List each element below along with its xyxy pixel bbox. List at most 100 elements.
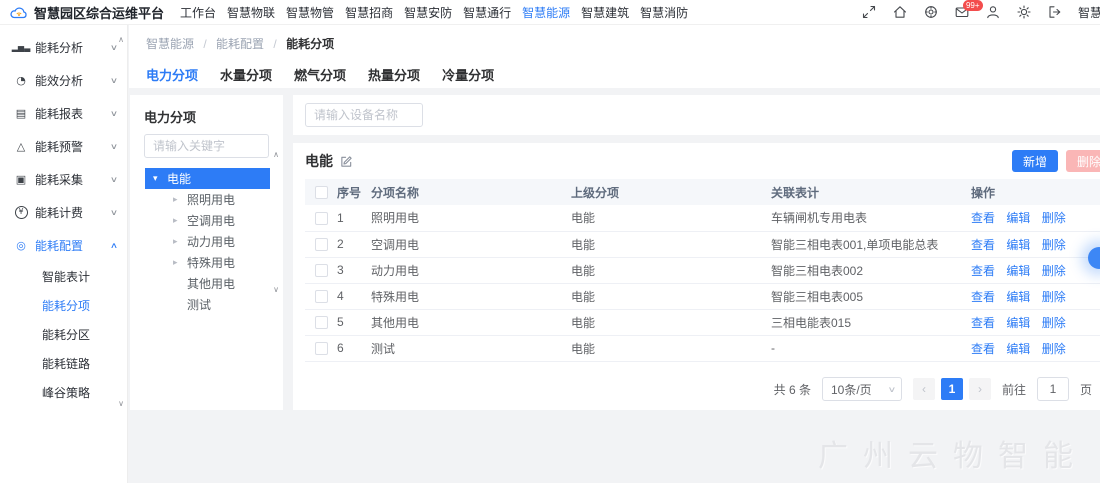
scrollbar-down-icon[interactable]: ∨ — [118, 399, 124, 408]
breadcrumb-item[interactable]: 智慧能源 — [146, 37, 194, 51]
sidebar-item[interactable]: 能耗预警 ∨ — [0, 130, 127, 163]
delete-link[interactable]: 删除 — [1042, 238, 1066, 252]
config-icon — [14, 239, 28, 252]
row-checkbox[interactable] — [315, 212, 328, 225]
theme-icon[interactable] — [1017, 5, 1031, 19]
topnav-item[interactable]: 智慧通行 — [463, 4, 511, 21]
topnav-item[interactable]: 智慧安防 — [404, 4, 452, 21]
view-link[interactable]: 查看 — [971, 290, 995, 304]
subentry-table: 序号 分项名称 上级分项 关联表计 操作 1 照明用电 电能 — [305, 179, 1100, 362]
category-tree: ▾ 电能 ▸ 照明用电 ▸ 空调用电 ▸ 动力用电 ▸ 特殊用电 — [145, 168, 270, 315]
topnav-item[interactable]: 智慧招商 — [345, 4, 393, 21]
delete-link[interactable]: 删除 — [1042, 264, 1066, 278]
view-link[interactable]: 查看 — [971, 211, 995, 225]
select-all-checkbox[interactable] — [315, 186, 328, 199]
view-link[interactable]: 查看 — [971, 238, 995, 252]
cloud-logo-icon — [10, 5, 28, 19]
sidebar-item[interactable]: 能耗报表 ∨ — [0, 97, 127, 130]
row-checkbox[interactable] — [315, 264, 328, 277]
sidebar-subitem[interactable]: 智能表计 — [0, 262, 127, 291]
tree-node[interactable]: ▸ 特殊用电 — [145, 252, 270, 273]
edit-link[interactable]: 编辑 — [1006, 316, 1030, 330]
scrollbar-up-icon[interactable]: ∧ — [118, 35, 124, 44]
tree-node[interactable]: ▸ 动力用电 — [145, 231, 270, 252]
delete-link[interactable]: 删除 — [1042, 211, 1066, 225]
row-checkbox[interactable] — [315, 290, 328, 303]
current-page[interactable]: 1 — [941, 378, 963, 400]
topnav-item[interactable]: 智慧建筑 — [581, 4, 629, 21]
sidebar-subitem[interactable]: 能耗链路 — [0, 349, 127, 378]
topnav-item[interactable]: 智慧能源 — [522, 4, 570, 21]
gear-icon[interactable] — [924, 5, 938, 19]
view-link[interactable]: 查看 — [971, 264, 995, 278]
topnav-item[interactable]: 智慧物管 — [286, 4, 334, 21]
breadcrumb-item[interactable]: 能耗配置 — [216, 37, 264, 51]
edit-link[interactable]: 编辑 — [1006, 264, 1030, 278]
cell-name: 其他用电 — [365, 309, 565, 335]
sidebar-subitem-label: 能耗分项 — [42, 297, 90, 314]
table-row: 1 照明用电 电能 车辆闸机专用电表 查看 编辑 删除 — [305, 205, 1100, 231]
tree-search-input[interactable] — [144, 134, 269, 158]
edit-icon[interactable] — [340, 155, 353, 168]
sidebar-subitem[interactable]: 能耗分区 — [0, 320, 127, 349]
fullscreen-icon[interactable] — [862, 5, 876, 19]
tree-node[interactable]: 其他用电 — [145, 273, 270, 294]
tree-panel: 电力分项 ▾ 电能 ▸ 照明用电 ▸ 空调用电 ▸ 动力用电 ▸ — [130, 95, 283, 410]
add-button[interactable]: 新增 — [1012, 150, 1058, 172]
row-checkbox[interactable] — [315, 238, 328, 251]
cell-name: 特殊用电 — [365, 283, 565, 309]
mail-icon[interactable]: 99+ — [955, 5, 969, 19]
view-link[interactable]: 查看 — [971, 316, 995, 330]
sidebar-subitem[interactable]: 峰谷策略 — [0, 378, 127, 407]
row-checkbox[interactable] — [315, 316, 328, 329]
edit-link[interactable]: 编辑 — [1006, 290, 1030, 304]
row-checkbox[interactable] — [315, 342, 328, 355]
page-size-select[interactable]: 10条/页 ∨ — [822, 377, 902, 401]
sidebar-item[interactable]: 能效分析 ∨ — [0, 64, 127, 97]
scrollbar-up-icon[interactable]: ∧ — [273, 150, 279, 159]
logout-icon[interactable] — [1048, 5, 1062, 19]
view-link[interactable]: 查看 — [971, 342, 995, 356]
chart-icon — [14, 43, 28, 52]
breadcrumb-tabs-card: 智慧能源 / 能耗配置 / 能耗分项 电力分项 水量分项 燃气分项 热量分项 冷… — [129, 25, 1100, 88]
topbar: 智慧园区综合运维平台 工作台 智慧物联 智慧物管 智慧招商 智慧安防 智慧通行 … — [0, 0, 1100, 25]
tab[interactable]: 燃气分项 — [294, 65, 346, 90]
sidebar-item[interactable]: 能耗分析 ∨ — [0, 31, 127, 64]
prev-page-button[interactable]: ‹ — [913, 378, 935, 400]
app-title: 智慧园区综合运维平台 — [34, 3, 164, 22]
delete-link[interactable]: 删除 — [1042, 316, 1066, 330]
sidebar-item[interactable]: 能耗采集 ∨ — [0, 163, 127, 196]
topnav-item[interactable]: 工作台 — [180, 4, 216, 21]
sidebar-item-label: 能耗预警 — [35, 138, 83, 155]
tab[interactable]: 电力分项 — [146, 65, 198, 90]
sidebar-subitem[interactable]: 能耗分项 — [0, 291, 127, 320]
tab[interactable]: 水量分项 — [220, 65, 272, 90]
cell-name: 测试 — [365, 335, 565, 361]
goto-page-input[interactable] — [1037, 377, 1069, 401]
tree-node[interactable]: ▾ 电能 — [145, 168, 270, 189]
edit-link[interactable]: 编辑 — [1006, 342, 1030, 356]
app-logo[interactable]: 智慧园区综合运维平台 — [0, 3, 164, 22]
device-search-input[interactable] — [305, 103, 423, 127]
scrollbar-down-icon[interactable]: ∨ — [273, 285, 279, 294]
tree-node[interactable]: ▸ 空调用电 — [145, 210, 270, 231]
cell-parent: 电能 — [565, 257, 765, 283]
user-icon[interactable] — [986, 5, 1000, 19]
tree-node[interactable]: 测试 — [145, 294, 270, 315]
sidebar-item[interactable]: 能耗配置 ∧ — [0, 229, 127, 262]
edit-link[interactable]: 编辑 — [1006, 211, 1030, 225]
delete-link[interactable]: 删除 — [1042, 342, 1066, 356]
delete-link[interactable]: 删除 — [1042, 290, 1066, 304]
tab[interactable]: 热量分项 — [368, 65, 420, 90]
topnav-item[interactable]: 智慧消防 — [640, 4, 688, 21]
tree-node[interactable]: ▸ 照明用电 — [145, 189, 270, 210]
edit-link[interactable]: 编辑 — [1006, 238, 1030, 252]
sidebar-item-label: 能效分析 — [35, 72, 83, 89]
home-icon[interactable] — [893, 5, 907, 19]
next-page-button[interactable]: › — [969, 378, 991, 400]
sidebar-item[interactable]: 能耗计费 ∨ — [0, 196, 127, 229]
topnav-item[interactable]: 智慧物联 — [227, 4, 275, 21]
delete-button[interactable]: 删除 — [1066, 150, 1100, 172]
cell-parent: 电能 — [565, 335, 765, 361]
tab[interactable]: 冷量分项 — [442, 65, 494, 90]
